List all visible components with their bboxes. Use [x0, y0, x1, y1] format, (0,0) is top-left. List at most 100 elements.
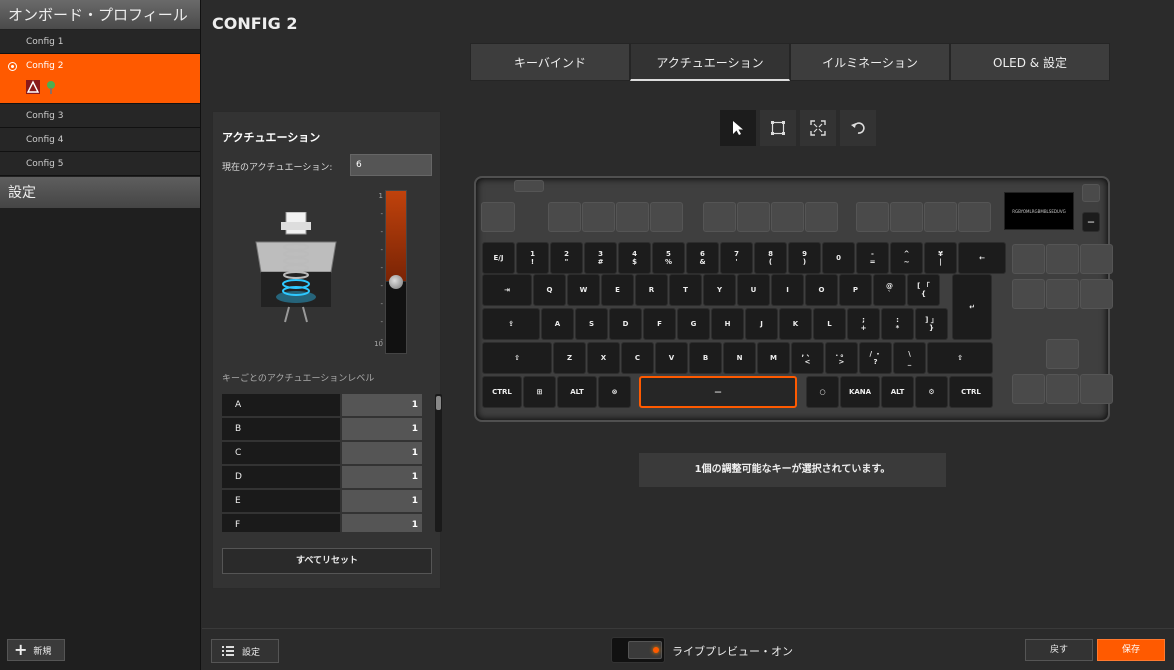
key[interactable]: E/J: [482, 242, 515, 274]
key[interactable]: ⊞: [523, 376, 556, 408]
settings-button[interactable]: 設定: [211, 639, 279, 663]
revert-button[interactable]: 戻す: [1025, 639, 1093, 661]
key[interactable]: 3 #: [584, 242, 617, 274]
current-actuation-field[interactable]: 6: [350, 154, 432, 176]
key[interactable]: C: [621, 342, 654, 374]
key[interactable]: [548, 202, 581, 232]
key[interactable]: [856, 202, 889, 232]
table-scrollbar[interactable]: [435, 394, 442, 532]
actuation-slider[interactable]: [385, 190, 407, 354]
key[interactable]: H: [711, 308, 744, 340]
table-row[interactable]: B1: [222, 418, 422, 440]
key[interactable]: S: [575, 308, 608, 340]
key[interactable]: \ _: [893, 342, 926, 374]
key[interactable]: ←: [958, 242, 1006, 274]
key[interactable]: 7 ': [720, 242, 753, 274]
key[interactable]: [616, 202, 649, 232]
key[interactable]: L: [813, 308, 846, 340]
key[interactable]: [890, 202, 923, 232]
key[interactable]: 6 &: [686, 242, 719, 274]
key[interactable]: ⇪: [482, 308, 540, 340]
key[interactable]: [1012, 374, 1045, 404]
key[interactable]: ⊗: [598, 376, 631, 408]
key[interactable]: ⚙: [915, 376, 948, 408]
key[interactable]: ¥ |: [924, 242, 957, 274]
key[interactable]: [703, 202, 736, 232]
key[interactable]: [958, 202, 991, 232]
profile-config-3[interactable]: Config 3: [0, 104, 200, 128]
tab-oled-settings[interactable]: OLED & 設定: [950, 43, 1110, 81]
key[interactable]: [1080, 279, 1113, 309]
key[interactable]: P: [839, 274, 872, 306]
save-button[interactable]: 保存: [1097, 639, 1165, 661]
undo-tool-button[interactable]: [840, 110, 876, 146]
reset-all-button[interactable]: すべてリセット: [222, 548, 432, 574]
key[interactable]: 4 $: [618, 242, 651, 274]
key[interactable]: I: [771, 274, 804, 306]
key[interactable]: ⇧: [927, 342, 993, 374]
key[interactable]: / ・ ?: [859, 342, 892, 374]
key[interactable]: [737, 202, 770, 232]
tab-illumination[interactable]: イルミネーション: [790, 43, 950, 81]
key[interactable]: , 、 <: [791, 342, 824, 374]
key[interactable]: —: [639, 376, 797, 408]
key[interactable]: G: [677, 308, 710, 340]
key[interactable]: [1080, 374, 1113, 404]
volume-knob[interactable]: [1082, 184, 1100, 202]
key[interactable]: E: [601, 274, 634, 306]
key[interactable]: ⇥: [482, 274, 532, 306]
key[interactable]: [1046, 279, 1079, 309]
table-row[interactable]: A1: [222, 394, 422, 416]
key[interactable]: [650, 202, 683, 232]
pointer-tool-button[interactable]: [720, 110, 756, 146]
key[interactable]: D: [609, 308, 642, 340]
key[interactable]: KANA: [840, 376, 880, 408]
live-preview-toggle[interactable]: [611, 637, 665, 663]
key[interactable]: 0: [822, 242, 855, 274]
profile-config-2[interactable]: Config 2: [0, 54, 200, 104]
table-row[interactable]: D1: [222, 466, 422, 488]
table-row[interactable]: C1: [222, 442, 422, 464]
key[interactable]: [1012, 244, 1045, 274]
key[interactable]: J: [745, 308, 778, 340]
tab-actuation[interactable]: アクチュエーション: [630, 43, 790, 81]
key[interactable]: - =: [856, 242, 889, 274]
key[interactable]: 9 ): [788, 242, 821, 274]
minus-key[interactable]: —: [1082, 212, 1100, 232]
key[interactable]: [1046, 339, 1079, 369]
table-row[interactable]: E1: [222, 490, 422, 512]
key[interactable]: ↵: [952, 274, 992, 340]
key[interactable]: CTRL: [949, 376, 993, 408]
select-all-tool-button[interactable]: [800, 110, 836, 146]
key[interactable]: 1 !: [516, 242, 549, 274]
actuation-slider-thumb[interactable]: [389, 275, 403, 290]
key[interactable]: ] 」 }: [915, 308, 948, 340]
key[interactable]: 8 (: [754, 242, 787, 274]
profile-config-1[interactable]: Config 1: [0, 30, 200, 54]
key[interactable]: CTRL: [482, 376, 522, 408]
key[interactable]: [805, 202, 838, 232]
key[interactable]: T: [669, 274, 702, 306]
key[interactable]: [1046, 374, 1079, 404]
profile-config-5[interactable]: Config 5: [0, 152, 200, 176]
key[interactable]: ALT: [557, 376, 597, 408]
key[interactable]: Z: [553, 342, 586, 374]
key[interactable]: ^ ~: [890, 242, 923, 274]
key[interactable]: O: [805, 274, 838, 306]
table-row[interactable]: F1: [222, 514, 422, 532]
key[interactable]: F: [643, 308, 676, 340]
key[interactable]: ⇧: [482, 342, 552, 374]
key[interactable]: [771, 202, 804, 232]
key[interactable]: X: [587, 342, 620, 374]
key[interactable]: K: [779, 308, 812, 340]
tab-keybind[interactable]: キーバインド: [470, 43, 630, 81]
key[interactable]: @ `: [873, 274, 906, 306]
key[interactable]: N: [723, 342, 756, 374]
key[interactable]: B: [689, 342, 722, 374]
key[interactable]: M: [757, 342, 790, 374]
key[interactable]: [1080, 244, 1113, 274]
key[interactable]: ○: [806, 376, 839, 408]
key[interactable]: R: [635, 274, 668, 306]
profile-config-4[interactable]: Config 4: [0, 128, 200, 152]
key[interactable]: U: [737, 274, 770, 306]
